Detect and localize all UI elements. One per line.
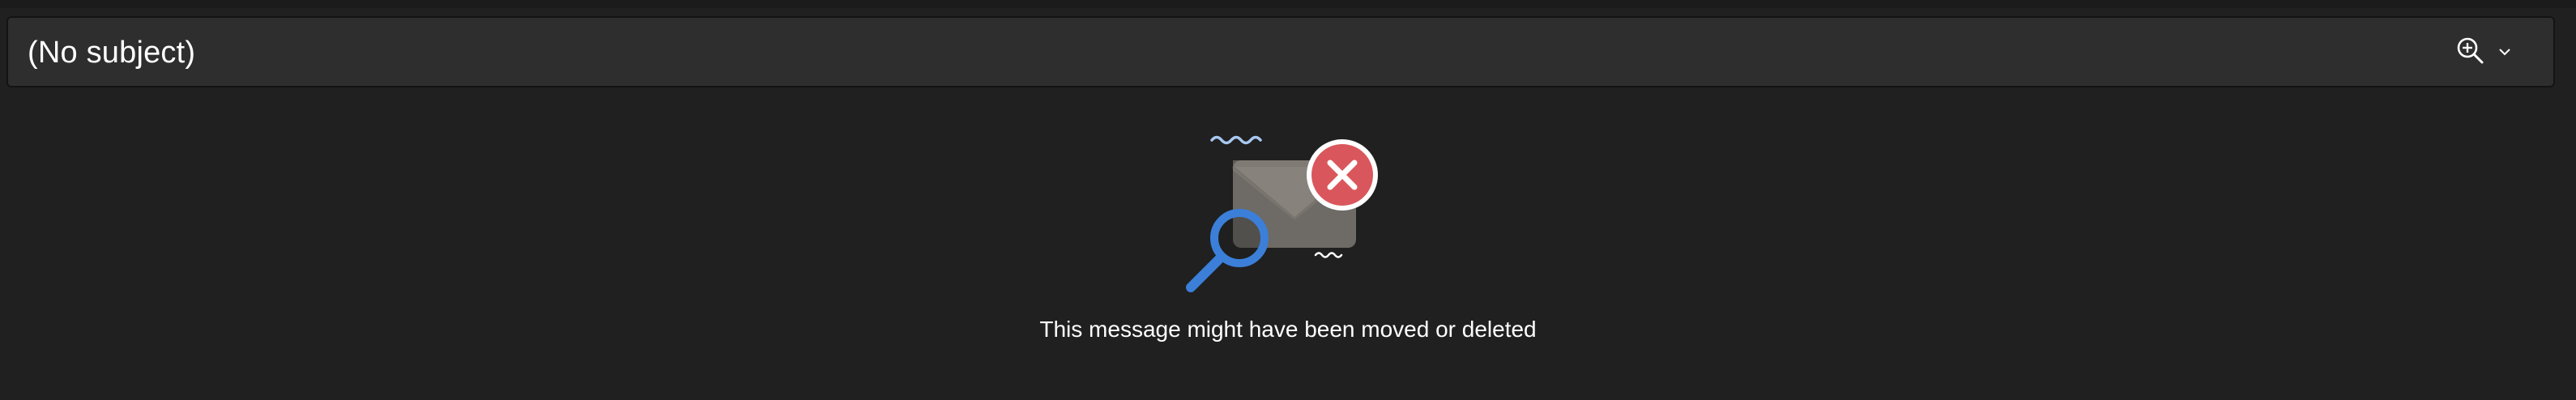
- squiggle-top: [1210, 135, 1262, 145]
- chevron-down-icon: [2497, 44, 2513, 60]
- magnifier-icon: [1186, 209, 1269, 292]
- envelope-missing-illustration: [1183, 126, 1393, 300]
- message-reading-pane: (No subject) This message might have bee…: [0, 0, 2576, 400]
- zoom-in-icon: [2454, 36, 2487, 68]
- zoom-button[interactable]: [2454, 34, 2526, 70]
- empty-state-message: This message might have been moved or de…: [1039, 317, 1537, 342]
- error-badge-icon: [1307, 139, 1378, 211]
- message-subject: (No subject): [28, 36, 196, 70]
- message-header: (No subject): [6, 16, 2555, 87]
- top-strip: [0, 0, 2576, 8]
- squiggle-bottom: [1314, 252, 1343, 258]
